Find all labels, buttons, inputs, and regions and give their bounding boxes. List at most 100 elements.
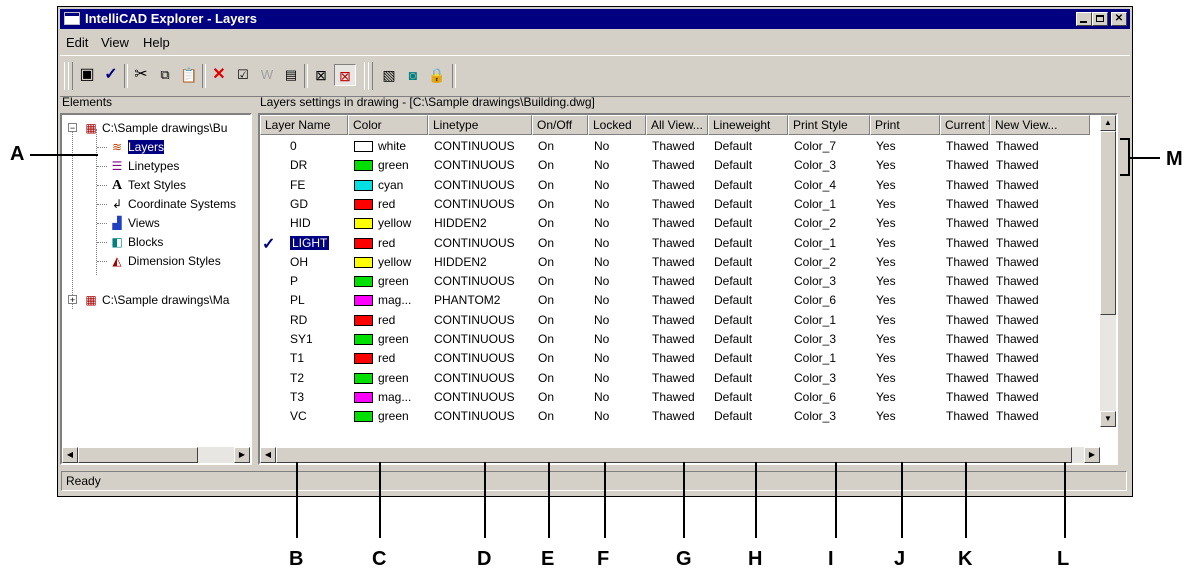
minimize-button[interactable] bbox=[1076, 12, 1092, 26]
cell-layer-name[interactable]: T1 bbox=[290, 349, 348, 367]
set-current-icon[interactable]: ✓ bbox=[100, 64, 122, 86]
column-header-all-viewports[interactable]: All View... bbox=[646, 115, 708, 135]
regenerate-icon[interactable]: ▤ bbox=[280, 64, 302, 86]
column-header-locked[interactable]: Locked bbox=[588, 115, 646, 135]
color-swatch[interactable] bbox=[354, 353, 373, 365]
cell-layer-name[interactable]: P bbox=[290, 272, 348, 290]
menu-view[interactable]: View bbox=[101, 35, 129, 50]
toolbar-grip[interactable] bbox=[368, 62, 373, 90]
paste-icon[interactable]: 📋 bbox=[178, 64, 200, 86]
cell-layer-name[interactable]: PL bbox=[290, 291, 348, 309]
scroll-up-icon[interactable]: ▲ bbox=[1100, 115, 1116, 131]
column-header-new-viewport[interactable]: New View... bbox=[990, 115, 1090, 135]
color-swatch[interactable] bbox=[354, 160, 373, 172]
menu-edit[interactable]: Edit bbox=[66, 35, 88, 50]
cell-layer-name[interactable]: DR bbox=[290, 156, 348, 174]
table-row[interactable]: Pgreen CONTINUOUS On No Thawed Default Color_3… bbox=[260, 272, 1098, 291]
table-row[interactable]: PL mag... PHANTOM2 On No Thawed Default Color_6… bbox=[260, 291, 1098, 310]
expand-icon[interactable]: + bbox=[68, 295, 77, 305]
color-swatch[interactable] bbox=[354, 334, 373, 345]
new-item-icon[interactable]: ▣ bbox=[76, 64, 98, 86]
cell-layer-name[interactable]: HID bbox=[290, 214, 348, 232]
view-layers-icon[interactable]: ▧ bbox=[378, 64, 400, 86]
text-styles-icon: A bbox=[111, 178, 123, 193]
show-all-icon[interactable]: ⊠ bbox=[334, 64, 356, 86]
cell-layer-name[interactable]: GD bbox=[290, 195, 348, 213]
scroll-thumb[interactable] bbox=[1100, 131, 1116, 315]
column-header-color[interactable]: Color bbox=[348, 115, 428, 135]
lock-icon[interactable]: 🔒 bbox=[426, 64, 448, 86]
cell-current-viewport: Thawed bbox=[946, 409, 989, 424]
cell-lineweight: Default bbox=[714, 235, 753, 250]
copy-icon[interactable]: ⧉ bbox=[154, 64, 176, 86]
scroll-thumb[interactable] bbox=[78, 447, 198, 463]
cell-layer-name[interactable]: VC bbox=[290, 407, 348, 425]
table-row[interactable]: T3 mag... CONTINUOUS On No Thawed Default Color… bbox=[260, 388, 1098, 407]
cell-layer-name[interactable]: OH bbox=[290, 253, 348, 271]
cell-print-style: Color_3 bbox=[794, 409, 837, 424]
select-all-icon[interactable]: ⊠ bbox=[310, 64, 332, 86]
table-row[interactable]: T1 red CONTINUOUS On No Thawed Default Color_1 Y… bbox=[260, 349, 1098, 368]
scroll-down-icon[interactable]: ▼ bbox=[1100, 411, 1116, 427]
table-row[interactable]: FE cyan CONTINUOUS On No Thawed Default Color_4… bbox=[260, 176, 1098, 195]
cell-layer-name[interactable]: T2 bbox=[290, 369, 348, 387]
cell-layer-name[interactable]: 0 bbox=[290, 137, 348, 155]
table-row[interactable]: HID yellow HIDDEN2 On No Thawed Default Color_2… bbox=[260, 214, 1098, 233]
cell-layer-name[interactable]: T3 bbox=[290, 388, 348, 406]
column-header-linetype[interactable]: Linetype bbox=[428, 115, 532, 135]
menu-help[interactable]: Help bbox=[143, 35, 170, 50]
scroll-thumb[interactable] bbox=[276, 447, 1072, 463]
table-row[interactable]: 0 white CONTINUOUS On No Thawed Default Color_7… bbox=[260, 137, 1098, 156]
column-header-current-viewport[interactable]: Current View... bbox=[940, 115, 990, 135]
grid-vertical-scrollbar[interactable]: ▲ ▼ bbox=[1100, 115, 1116, 427]
color-swatch[interactable] bbox=[354, 179, 373, 191]
column-header-on-off[interactable]: On/Off bbox=[532, 115, 588, 135]
cell-layer-name[interactable]: FE bbox=[290, 176, 348, 194]
properties-icon[interactable]: ☑ bbox=[232, 64, 254, 86]
color-swatch[interactable] bbox=[354, 141, 373, 152]
color-swatch[interactable] bbox=[354, 411, 373, 423]
cell-layer-name[interactable]: LIGHT bbox=[290, 234, 348, 252]
column-header-lineweight[interactable]: Lineweight bbox=[708, 115, 788, 135]
view-tree-icon[interactable]: ◙ bbox=[402, 64, 424, 86]
table-row[interactable]: RD red CONTINUOUS On No Thawed Default Color_1 Y… bbox=[260, 311, 1098, 330]
maximize-button[interactable] bbox=[1092, 12, 1108, 26]
scroll-left-icon[interactable]: ◀ bbox=[62, 447, 78, 463]
cell-all-viewports: Thawed bbox=[652, 158, 695, 173]
column-header-print-style[interactable]: Print Style bbox=[788, 115, 870, 135]
table-row[interactable]: DR green CONTINUOUS On No Thawed Default Color_… bbox=[260, 156, 1098, 175]
cell-layer-name[interactable]: SY1 bbox=[290, 330, 348, 348]
close-button[interactable]: ✕ bbox=[1111, 12, 1127, 26]
collapse-icon[interactable]: − bbox=[68, 123, 77, 133]
table-row[interactable]: T2 green CONTINUOUS On No Thawed Default Color_… bbox=[260, 369, 1098, 388]
color-swatch[interactable] bbox=[354, 276, 373, 288]
scroll-right-icon[interactable]: ▶ bbox=[234, 447, 250, 463]
color-swatch[interactable] bbox=[354, 198, 373, 210]
table-row[interactable]: LIGHT red CONTINUOUS On No Thawed Default Color… bbox=[260, 234, 1098, 253]
scroll-right-icon[interactable]: ▶ bbox=[1084, 447, 1100, 463]
grid-horizontal-scrollbar[interactable]: ◀ ▶ bbox=[260, 447, 1100, 463]
color-swatch[interactable] bbox=[354, 218, 373, 230]
table-row[interactable]: GD red CONTINUOUS On No Thawed Default Color_1 Y… bbox=[260, 195, 1098, 214]
cell-layer-name[interactable]: RD bbox=[290, 311, 348, 329]
color-swatch[interactable] bbox=[354, 372, 373, 384]
cell-all-viewports: Thawed bbox=[652, 389, 695, 404]
color-swatch[interactable] bbox=[354, 256, 373, 268]
table-row[interactable]: OH yellow HIDDEN2 On No Thawed Default Color_2 Y… bbox=[260, 253, 1098, 272]
color-swatch[interactable] bbox=[354, 295, 373, 307]
purge-icon[interactable]: W bbox=[256, 64, 278, 86]
current-layer-name[interactable]: LIGHT bbox=[290, 235, 330, 250]
column-header-print[interactable]: Print bbox=[870, 115, 940, 135]
toolbar-grip[interactable] bbox=[68, 62, 73, 90]
cut-icon[interactable]: ✂ bbox=[130, 64, 152, 86]
delete-icon[interactable]: ✕ bbox=[208, 64, 230, 86]
title-bar[interactable]: IntelliCAD Explorer - Layers ✕ bbox=[60, 9, 1130, 29]
table-row[interactable]: SY1 green CONTINUOUS On No Thawed Default Color… bbox=[260, 330, 1098, 349]
color-swatch[interactable] bbox=[354, 314, 373, 326]
color-swatch[interactable] bbox=[354, 391, 373, 403]
color-swatch[interactable] bbox=[354, 237, 373, 249]
column-header-layer-name[interactable]: Layer Name bbox=[260, 115, 348, 135]
scroll-left-icon[interactable]: ◀ bbox=[260, 447, 276, 463]
table-row[interactable]: VC green CONTINUOUS On No Thawed Default Color_… bbox=[260, 407, 1098, 426]
tree-horizontal-scrollbar[interactable]: ◀ ▶ bbox=[62, 447, 250, 463]
